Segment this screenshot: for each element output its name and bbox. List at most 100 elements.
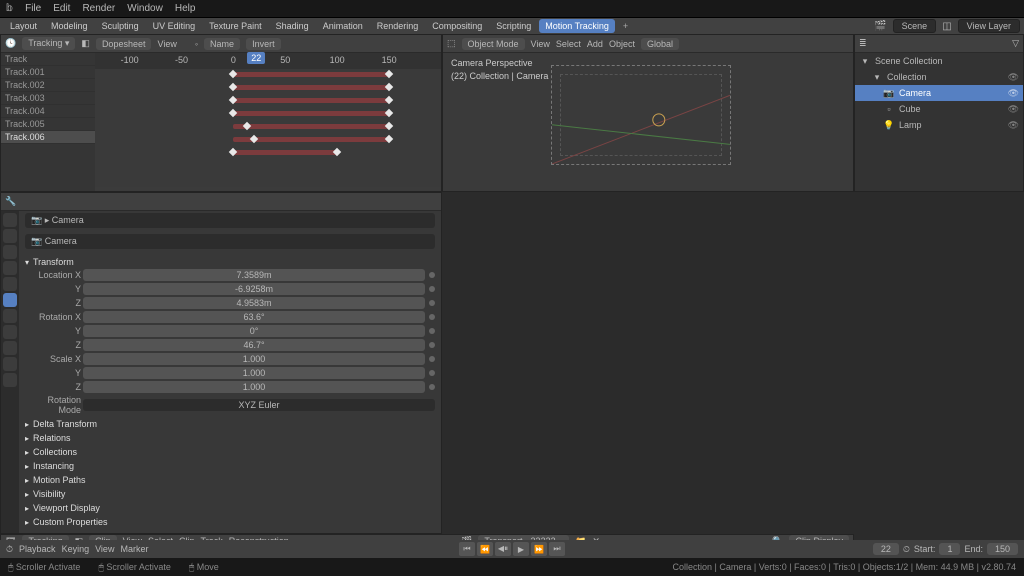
track-row[interactable]: Track.006	[1, 131, 95, 144]
end-frame[interactable]: 150	[987, 543, 1018, 555]
loc-y[interactable]: -6.9258m	[83, 283, 425, 295]
menu-window[interactable]: Window	[127, 3, 163, 14]
ws-layout[interactable]: Layout	[4, 19, 43, 33]
keying-menu[interactable]: Keying	[62, 544, 90, 554]
eye-icon[interactable]: 👁	[1008, 72, 1019, 83]
jump-end[interactable]: ⏭	[549, 542, 565, 556]
outl-scene[interactable]: ▾Scene Collection	[855, 53, 1023, 69]
ws-motion-tracking[interactable]: Motion Tracking	[539, 19, 615, 33]
play-rev[interactable]: ◀⏸	[495, 542, 511, 556]
rot-x[interactable]: 63.6°	[83, 311, 425, 323]
vtab-particles[interactable]	[3, 325, 17, 339]
play[interactable]: ▶	[513, 542, 529, 556]
vtab-modifier[interactable]	[3, 309, 17, 323]
vtab-output[interactable]	[3, 229, 17, 243]
ws-texture[interactable]: Texture Paint	[203, 19, 268, 33]
dope-body[interactable]	[95, 69, 441, 187]
vp-canvas[interactable]: Camera Perspective (22) Collection | Cam…	[443, 53, 853, 191]
dope-ruler[interactable]: -100 -50 0 50 100 150 22	[95, 53, 441, 69]
keyframe-dot[interactable]	[429, 272, 435, 278]
vp-mode[interactable]: Object Mode	[462, 38, 525, 50]
ws-add[interactable]: +	[617, 19, 634, 33]
object-name[interactable]: 📷 Camera	[25, 234, 435, 249]
vtab-constraints[interactable]	[3, 357, 17, 371]
panel-instancing[interactable]: Instancing	[25, 461, 435, 471]
rot-y[interactable]: 0°	[83, 325, 425, 337]
ws-uv[interactable]: UV Editing	[147, 19, 202, 33]
menu-render[interactable]: Render	[82, 3, 115, 14]
ws-scripting[interactable]: Scripting	[490, 19, 537, 33]
current-frame-badge[interactable]: 22	[247, 52, 265, 64]
vtab-object[interactable]	[3, 293, 17, 307]
jump-prev-key[interactable]: ⏪	[477, 542, 493, 556]
tl-marker[interactable]: Marker	[120, 544, 148, 554]
vp-object[interactable]: Object	[609, 39, 635, 49]
scale-y[interactable]: 1.000	[83, 367, 425, 379]
menu-file[interactable]: File	[25, 3, 41, 14]
blender-icon: 𝕓	[6, 3, 13, 14]
panel-custom-props[interactable]: Custom Properties	[25, 517, 435, 527]
panel-delta[interactable]: Delta Transform	[25, 419, 435, 429]
vtab-view[interactable]	[3, 245, 17, 259]
panel-collections[interactable]: Collections	[25, 447, 435, 457]
eye-icon[interactable]: 👁	[1008, 120, 1019, 131]
track-row[interactable]: Track.003	[1, 92, 95, 105]
loc-z[interactable]: 4.9583m	[83, 297, 425, 309]
dopesheet-mode-icon: ◧	[81, 38, 90, 49]
vp-select[interactable]: Select	[556, 39, 581, 49]
dope-mode[interactable]: Dopesheet	[96, 38, 152, 50]
ws-modeling[interactable]: Modeling	[45, 19, 94, 33]
outl-collection[interactable]: ▾Collection👁	[855, 69, 1023, 85]
jump-next-key[interactable]: ⏩	[531, 542, 547, 556]
track-row[interactable]: Track.001	[1, 66, 95, 79]
playback-menu[interactable]: Playback	[19, 544, 56, 554]
outl-camera[interactable]: 📷Camera👁	[855, 85, 1023, 101]
ws-animation[interactable]: Animation	[317, 19, 369, 33]
outliner: ≣▽ ▾Scene Collection ▾Collection👁 📷Camer…	[854, 34, 1024, 192]
vp-orient[interactable]: Global	[641, 38, 679, 50]
rotation-mode[interactable]: XYZ Euler	[83, 399, 435, 411]
track-row[interactable]: Track.002	[1, 79, 95, 92]
menu-help[interactable]: Help	[175, 3, 196, 14]
vtab-world[interactable]	[3, 277, 17, 291]
scale-x[interactable]: 1.000	[83, 353, 425, 365]
vtab-physics[interactable]	[3, 341, 17, 355]
rot-z[interactable]: 46.7°	[83, 339, 425, 351]
eye-icon[interactable]: 👁	[1008, 104, 1019, 115]
panel-viewport-display[interactable]: Viewport Display	[25, 503, 435, 513]
dope-invert[interactable]: Invert	[246, 38, 281, 50]
ws-rendering[interactable]: Rendering	[371, 19, 425, 33]
breadcrumb[interactable]: 📷 ▸ Camera	[25, 213, 435, 228]
ws-sculpting[interactable]: Sculpting	[96, 19, 145, 33]
vtab-render[interactable]	[3, 213, 17, 227]
track-row[interactable]: Track.004	[1, 105, 95, 118]
panel-relations[interactable]: Relations	[25, 433, 435, 443]
filter-icon[interactable]: ▽	[1012, 38, 1019, 49]
ws-shading[interactable]: Shading	[270, 19, 315, 33]
loc-x[interactable]: 7.3589m	[83, 269, 425, 281]
eye-icon[interactable]: 👁	[1008, 88, 1019, 99]
panel-motion-paths[interactable]: Motion Paths	[25, 475, 435, 485]
transform-panel-header[interactable]: Transform	[25, 257, 435, 267]
track-row[interactable]: Track	[1, 53, 95, 66]
dope-sort[interactable]: Name	[204, 38, 240, 50]
tracking-mode[interactable]: Tracking ▾	[22, 37, 75, 50]
outl-lamp[interactable]: 💡Lamp👁	[855, 117, 1023, 133]
viewlayer-selector[interactable]: View Layer	[958, 19, 1020, 33]
vtab-scene[interactable]	[3, 261, 17, 275]
panel-visibility[interactable]: Visibility	[25, 489, 435, 499]
scene-selector[interactable]: Scene	[893, 19, 937, 33]
start-frame[interactable]: 1	[939, 543, 960, 555]
vp-view[interactable]: View	[531, 39, 550, 49]
scale-z[interactable]: 1.000	[83, 381, 425, 393]
track-row[interactable]: Track.005	[1, 118, 95, 131]
menu-edit[interactable]: Edit	[53, 3, 70, 14]
tl-view[interactable]: View	[95, 544, 114, 554]
outl-cube[interactable]: ▫Cube👁	[855, 101, 1023, 117]
vtab-data[interactable]	[3, 373, 17, 387]
vp-add[interactable]: Add	[587, 39, 603, 49]
current-frame[interactable]: 22	[873, 543, 899, 555]
ws-compositing[interactable]: Compositing	[426, 19, 488, 33]
jump-start[interactable]: ⏮	[459, 542, 475, 556]
dope-view[interactable]: View	[157, 39, 176, 49]
